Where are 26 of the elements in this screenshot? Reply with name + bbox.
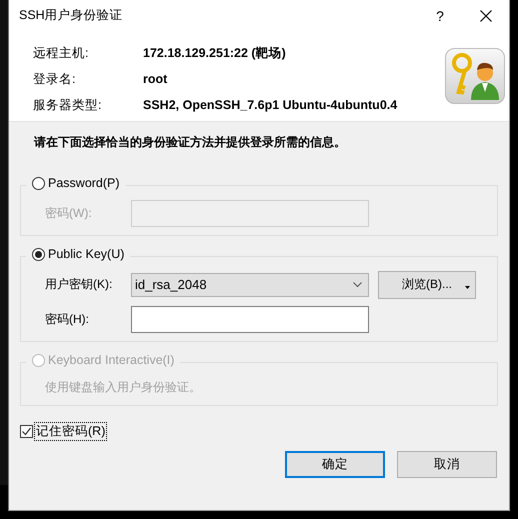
info-value: SSH2, OpenSSH_7.6p1 Ubuntu-4ubuntu0.4 [143, 98, 398, 112]
info-label: 登录名: [33, 70, 76, 88]
key-dropdown[interactable]: id_rsa_2048 [131, 272, 369, 296]
chevron-down-icon[interactable] [353, 282, 362, 288]
radio-button[interactable] [32, 248, 45, 260]
radio-button[interactable] [32, 176, 45, 190]
key-user-icon [445, 48, 505, 104]
dropdown-caret-icon[interactable] [465, 286, 470, 288]
window-title: SSH用户身份验证 [19, 7, 124, 24]
help-button[interactable]: ? [417, 8, 463, 24]
info-value: 172.18.129.251:22 (靶场) [143, 44, 286, 62]
field-label: 用户密钥(K): [45, 276, 114, 293]
info-label: 服务器类型: [33, 96, 102, 114]
ok-button[interactable]: 确定 [285, 451, 385, 478]
browse-button[interactable]: 浏览(B)... [378, 270, 476, 298]
instruction-text: 请在下面选择恰当的身份验证方法并提供登录所需的信息。 [32, 134, 347, 151]
checkbox[interactable] [20, 425, 33, 438]
cancel-button[interactable]: 取消 [397, 451, 497, 478]
close-icon[interactable] [480, 10, 492, 22]
checkbox-label[interactable]: 记住密码(R) [34, 422, 108, 441]
field-label: 密码(H): [45, 311, 90, 328]
password-field[interactable] [131, 306, 369, 333]
method-description: 使用键盘输入用户身份验证。 [45, 379, 202, 395]
info-label: 远程主机: [33, 44, 90, 62]
info-value: root [143, 72, 168, 86]
field-label: 密码(W): [45, 205, 93, 222]
